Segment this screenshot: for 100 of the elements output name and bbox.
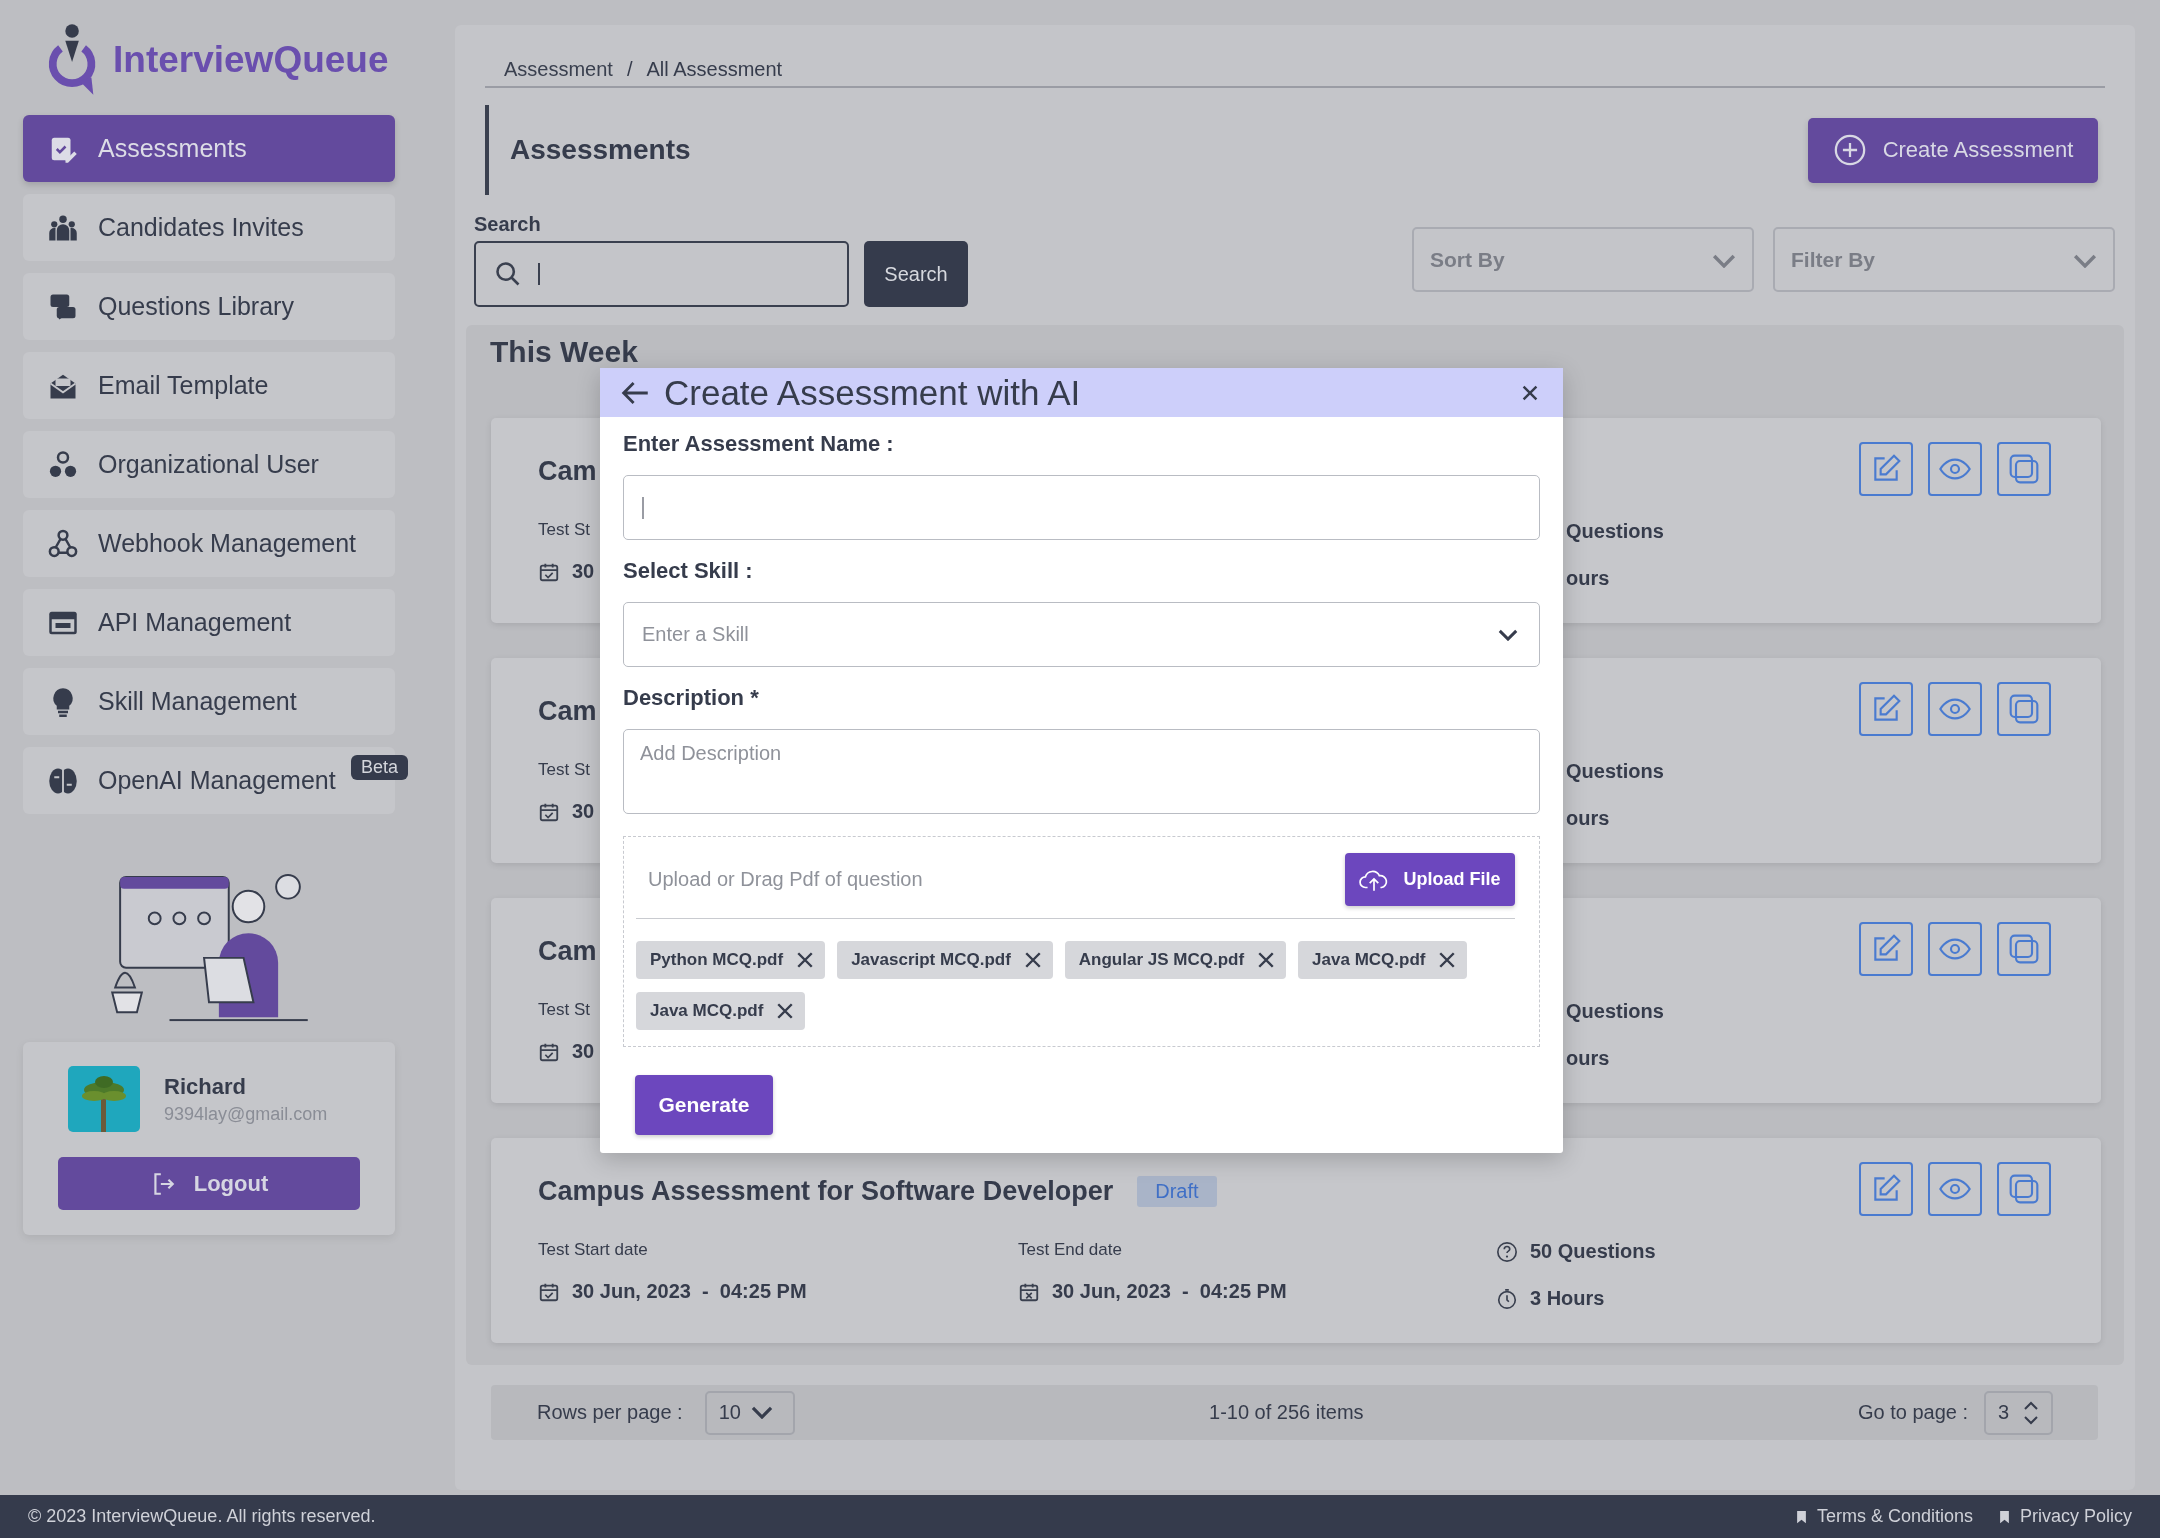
- search-button[interactable]: Search: [864, 241, 968, 307]
- edit-button[interactable]: [1859, 922, 1913, 976]
- skill-select[interactable]: Enter a Skill: [623, 602, 1540, 667]
- brand-name: InterviewQueue: [113, 39, 389, 81]
- field-label: Enter Assessment Name :: [623, 431, 895, 457]
- duration: ours: [1566, 567, 1610, 590]
- footer-link[interactable]: Privacy Policy: [1998, 1506, 2132, 1527]
- date-label: Test Start date: [538, 1240, 648, 1260]
- sidebar-item[interactable]: Email Template: [23, 352, 395, 419]
- sidebar-item[interactable]: Webhook Management: [23, 510, 395, 577]
- generate-button[interactable]: Generate: [635, 1075, 773, 1135]
- upload-hint: Upload or Drag Pdf of question: [648, 868, 923, 891]
- copyright-text: © 2023 InterviewQueue. All rights reserved.: [28, 1506, 376, 1527]
- name-field[interactable]: [623, 475, 1540, 540]
- assessment-title: Cam: [538, 696, 597, 727]
- assessment-title: Cam: [538, 936, 597, 967]
- file-name: Angular JS MCQ.pdf: [1078, 950, 1245, 970]
- sidebar-item[interactable]: Questions Library: [23, 273, 395, 340]
- file-name: Java MCQ.pdf: [1312, 950, 1426, 970]
- rows-label: Rows per page :: [537, 1401, 683, 1424]
- date-value: 30: [572, 1040, 595, 1063]
- question-count: 50 Questions: [1530, 1240, 1656, 1263]
- view-button[interactable]: [1928, 1162, 1982, 1216]
- close-icon[interactable]: [796, 951, 815, 969]
- close-icon[interactable]: [1438, 951, 1457, 969]
- chevron-icon: [750, 1406, 773, 1419]
- user-email: 9394lay@gmail.com: [164, 1103, 328, 1125]
- modal-title: Create Assessment with AI: [664, 372, 1082, 413]
- footer-link[interactable]: Terms & Conditions: [1795, 1506, 1973, 1527]
- field-label: Description *: [623, 685, 760, 711]
- clock-icon: [1496, 1287, 1518, 1310]
- status-badge: Draft: [1137, 1176, 1217, 1207]
- close-icon[interactable]: [776, 1002, 795, 1020]
- breadcrumb-link[interactable]: Assessment: [504, 57, 613, 81]
- date-value: 30 Jun, 2023 - 04:25 PM: [1052, 1280, 1287, 1303]
- upload-area[interactable]: Upload or Drag Pdf of question Upload File Python MCQ.pdf Javascript MCQ.pdf Angular JS MCQ.pdf Java MCQ.pdf Java MCQ.pdf: [623, 836, 1540, 1047]
- date-value: 30: [572, 800, 595, 823]
- date-value: 30 Jun, 2023 - 04:25 PM: [572, 1280, 807, 1303]
- copy-icon: [2008, 693, 2040, 725]
- beta-badge: Beta: [350, 755, 408, 780]
- view-button[interactable]: [1928, 682, 1982, 736]
- filter-select[interactable]: Filter By: [1773, 227, 2115, 292]
- sidebar-item[interactable]: Assessments: [23, 115, 395, 182]
- copy-button[interactable]: [1997, 682, 2051, 736]
- question-icon: [1496, 1240, 1518, 1263]
- description-field[interactable]: Add Description: [623, 729, 1540, 814]
- copy-button[interactable]: [1997, 1162, 2051, 1216]
- sidebar-item[interactable]: Organizational User: [23, 431, 395, 498]
- users-icon: [48, 449, 78, 480]
- sort-select[interactable]: Sort By: [1412, 227, 1754, 292]
- breadcrumb-current: All Assessment: [646, 57, 783, 81]
- question-count: Questions: [1566, 760, 1664, 783]
- nodes-icon: [48, 528, 78, 559]
- file-name: Python MCQ.pdf: [650, 950, 784, 970]
- search-field[interactable]: [474, 241, 849, 307]
- assessment-title: Campus Assessment for Software Developer: [538, 1176, 1114, 1207]
- sidebar-item[interactable]: API Management: [23, 589, 395, 656]
- copy-button[interactable]: [1997, 922, 2051, 976]
- date-label: Test St: [538, 760, 590, 780]
- copy-icon: [2008, 1173, 2040, 1205]
- plus-circle-icon: [1832, 133, 1867, 167]
- bookmark-icon: [1998, 1509, 2010, 1524]
- close-icon[interactable]: [1023, 951, 1042, 969]
- sidebar-item[interactable]: Candidates Invites: [23, 194, 395, 261]
- copy-button[interactable]: [1997, 442, 2051, 496]
- file-name: Java MCQ.pdf: [650, 1001, 764, 1021]
- sidebar-item[interactable]: Skill Management: [23, 668, 395, 735]
- breadcrumb-separator: /: [626, 57, 633, 81]
- logout-button[interactable]: Logout: [58, 1157, 360, 1210]
- edit-button[interactable]: [1859, 442, 1913, 496]
- chevron-icon: [1498, 629, 1518, 641]
- date-label: Test St: [538, 520, 590, 540]
- chevron-icon: [2073, 254, 2097, 268]
- field-label: Select Skill :: [623, 558, 754, 584]
- copy-icon: [2008, 933, 2040, 965]
- duration: ours: [1566, 1047, 1610, 1070]
- page-field[interactable]: 3: [1984, 1390, 2053, 1435]
- copy-icon: [2008, 453, 2040, 485]
- rows-select[interactable]: 10: [704, 1390, 795, 1435]
- text-cursor: [642, 496, 644, 519]
- edit-button[interactable]: [1859, 1162, 1913, 1216]
- page-title: Assessments: [485, 105, 691, 195]
- date-label: Test St: [538, 1000, 590, 1020]
- search-label: Search: [474, 213, 542, 236]
- date-value: 30: [572, 560, 595, 583]
- duration: ours: [1566, 807, 1610, 830]
- user-name: Richard: [164, 1073, 247, 1100]
- bookmark-icon: [1795, 1509, 1807, 1524]
- create-assessment-button[interactable]: Create Assessment: [1808, 117, 2098, 183]
- assessment-title: Cam: [538, 456, 597, 487]
- question-count: Questions: [1566, 520, 1664, 543]
- view-button[interactable]: [1928, 442, 1982, 496]
- view-button[interactable]: [1928, 922, 1982, 976]
- close-icon[interactable]: [1257, 951, 1276, 969]
- edit-button[interactable]: [1859, 682, 1913, 736]
- file-name: Javascript MCQ.pdf: [851, 950, 1011, 970]
- date-label: Test End date: [1018, 1240, 1122, 1260]
- page-label: Go to page :: [1857, 1401, 1968, 1424]
- items-summary: 1-10 of 256 items: [1208, 1401, 1365, 1424]
- upload-file-button[interactable]: Upload File: [1345, 853, 1515, 906]
